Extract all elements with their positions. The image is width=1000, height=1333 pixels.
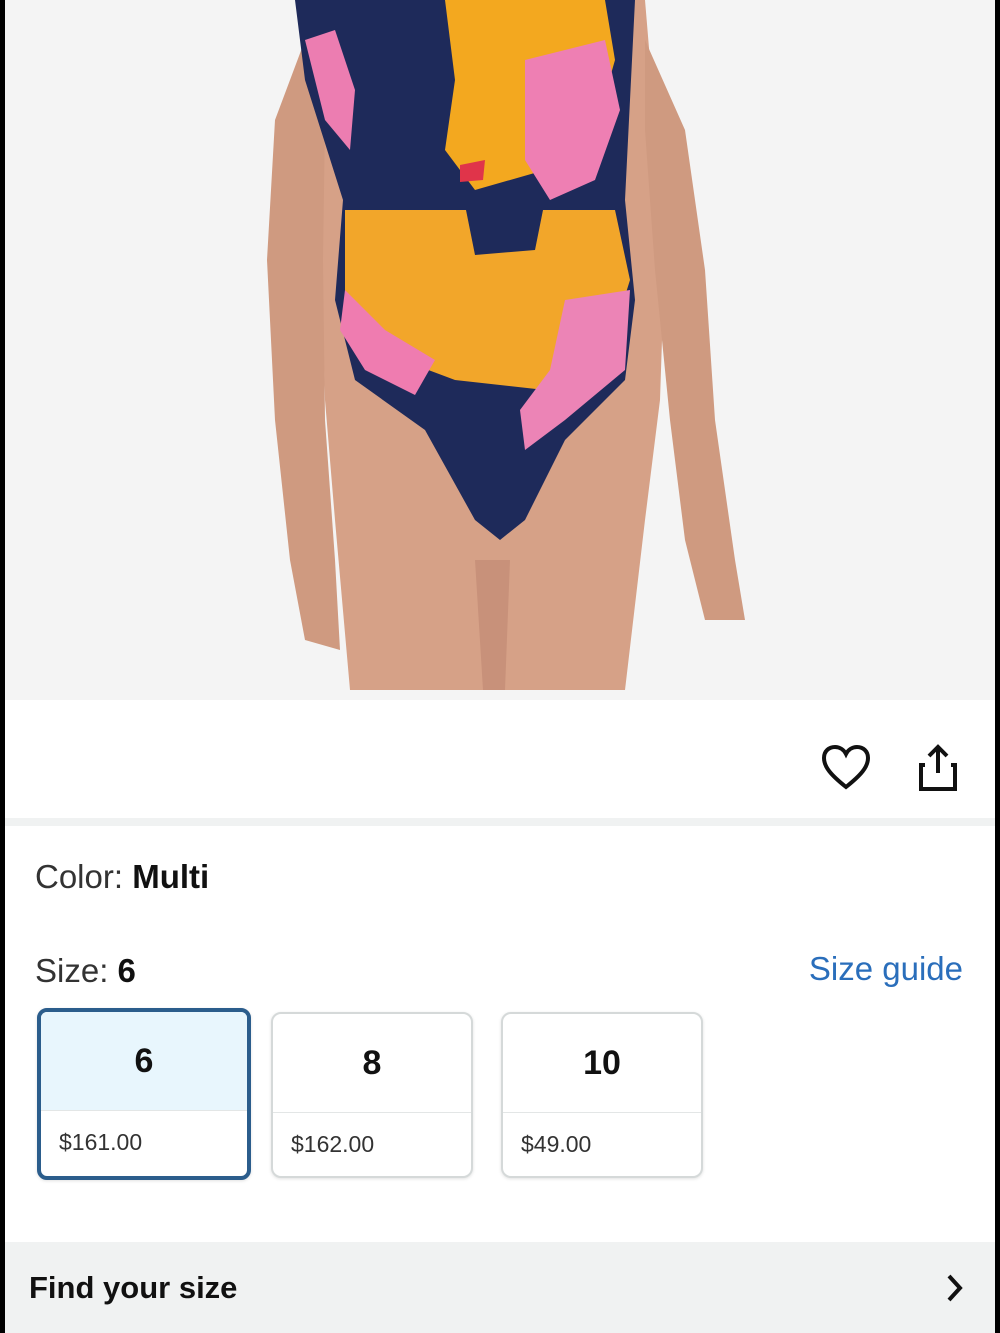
size-value: 6 [117, 952, 136, 989]
color-label: Color: [35, 858, 133, 895]
color-selection: Color: Multi [35, 858, 209, 896]
find-your-size-button[interactable]: Find your size [5, 1242, 995, 1333]
size-option-6[interactable]: 6 $161.00 [37, 1008, 251, 1180]
size-selection: Size: 6 [35, 952, 136, 990]
size-option-label: 6 [41, 1012, 247, 1111]
size-option-price: $162.00 [291, 1131, 375, 1157]
chevron-right-icon [945, 1272, 965, 1309]
product-image[interactable] [5, 0, 995, 700]
size-guide-link[interactable]: Size guide [809, 950, 963, 988]
size-option-8[interactable]: 8 $162.00 [271, 1012, 473, 1178]
color-value: Multi [132, 858, 210, 895]
size-label: Size: [35, 952, 118, 989]
share-button[interactable] [910, 740, 966, 796]
size-option-label: 10 [503, 1014, 701, 1113]
size-option-price: $161.00 [59, 1129, 143, 1155]
section-divider [5, 818, 995, 826]
size-option-price: $49.00 [521, 1131, 592, 1157]
find-your-size-label: Find your size [29, 1270, 238, 1305]
wishlist-button[interactable] [818, 740, 874, 796]
action-bar [5, 700, 995, 818]
size-option-label: 8 [273, 1014, 471, 1113]
product-page: Color: Multi Size: 6 Size guide 6 $161.0… [5, 0, 995, 1333]
heart-icon [821, 745, 871, 790]
swimsuit-photo [267, 0, 745, 690]
share-icon [919, 744, 957, 791]
size-option-10[interactable]: 10 $49.00 [501, 1012, 703, 1178]
